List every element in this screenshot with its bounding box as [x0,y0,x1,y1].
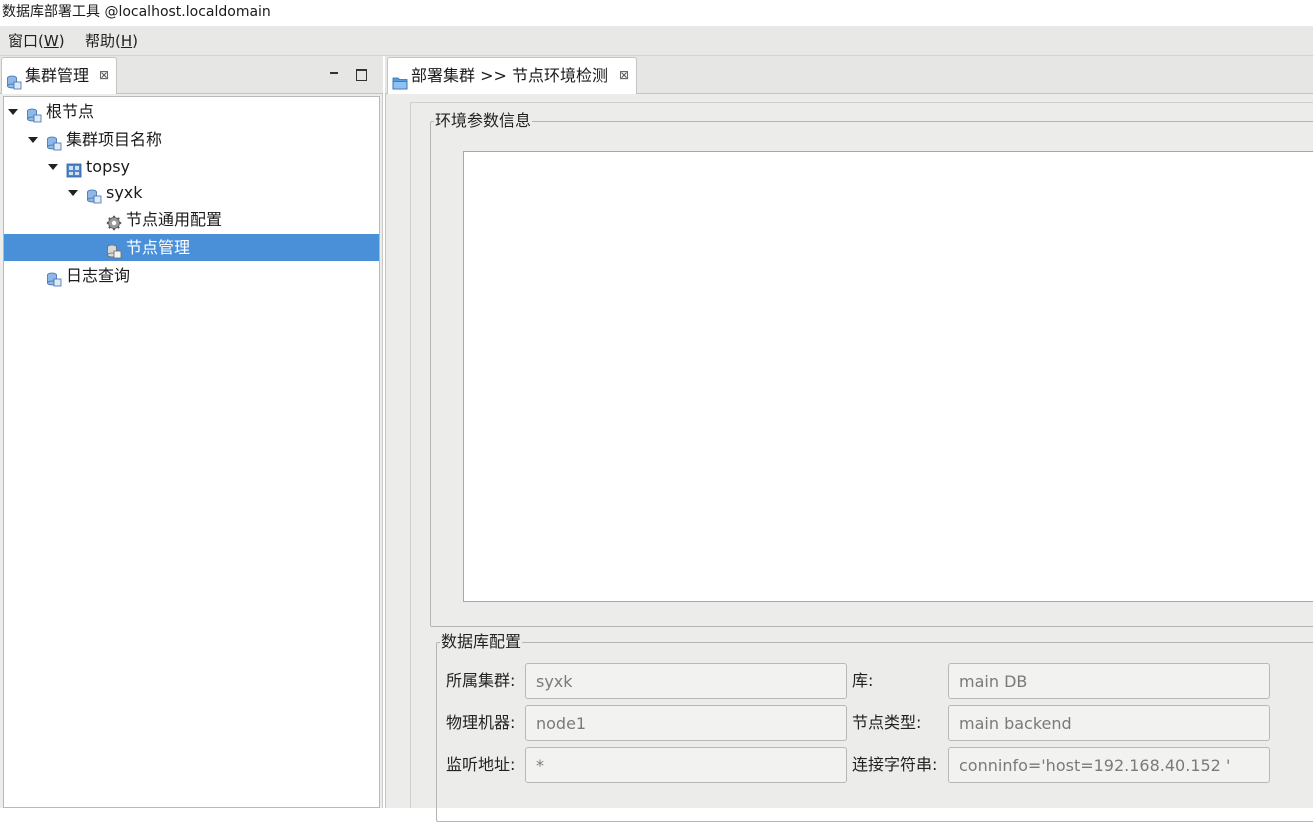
node-type-label: 节点类型: [852,713,922,732]
tree-item-label: topsy [86,157,131,176]
tree-item-label: 集群项目名称 [66,130,163,149]
cluster-field[interactable] [525,663,847,699]
listen-address-field[interactable] [525,747,847,783]
minimize-button[interactable] [328,68,340,80]
env-params-group: 环境参数信息 [430,111,1313,627]
left-tabbar: 集群管理 ⊠ [0,56,383,94]
editor-area: 环境参数信息 数据库配置 所属集群: 库: 物理机器: 节点类型: 监听地址: … [385,94,1313,822]
db-icon [26,104,42,123]
cluster-management-panel: 集群管理 ⊠ 根节点 集群项目名称 topsy syxk 节点通用配置 节点管理… [0,56,383,808]
editor-tabbar: 部署集群 >> 节点环境检测 ⊠ [385,56,1313,94]
cluster-tree: 根节点 集群项目名称 topsy syxk 节点通用配置 节点管理 日志查询 [3,96,380,808]
gear-icon [106,212,122,231]
tree-item-label: 节点管理 [126,238,191,257]
db-icon [46,132,62,151]
tree-item-cluster-project[interactable]: 集群项目名称 [4,126,379,153]
menu-window[interactable]: 窗口(W) [8,31,65,51]
db-config-group: 数据库配置 所属集群: 库: 物理机器: 节点类型: 监听地址: 连接字符串: [436,632,1313,822]
db-icon [86,185,102,204]
machine-label: 物理机器: [446,713,516,732]
tree-item-log-query[interactable]: 日志查询 [4,262,379,289]
tab-label: 集群管理 [25,66,90,85]
tree-item-syxk[interactable]: syxk [4,179,379,206]
tree-item-label: 节点通用配置 [126,210,223,229]
editor-panel: 部署集群 >> 节点环境检测 ⊠ 环境参数信息 数据库配置 所属集群: 库: 物… [385,56,1313,822]
menubar: 窗口(W) 帮助(H) [0,26,1313,56]
db-label: 库: [852,671,874,690]
tab-node-env-check[interactable]: 部署集群 >> 节点环境检测 ⊠ [387,57,637,94]
tree-item-node-management[interactable]: 节点管理 [4,234,379,261]
editor-content: 环境参数信息 数据库配置 所属集群: 库: 物理机器: 节点类型: 监听地址: … [410,102,1313,822]
expand-arrow-icon[interactable] [8,109,18,115]
expand-arrow-icon[interactable] [28,137,38,143]
db-icon [46,268,62,287]
env-group-title: 环境参数信息 [434,111,533,131]
tree-item-topsy[interactable]: topsy [4,153,379,180]
tree-item-label: 日志查询 [66,266,131,285]
listen-address-label: 监听地址: [446,755,516,774]
conn-string-label: 连接字符串: [852,755,938,774]
cluster-label: 所属集群: [446,671,516,690]
tab-cluster-management[interactable]: 集群管理 ⊠ [1,57,117,94]
expand-arrow-icon[interactable] [48,164,58,170]
tree-item-label: syxk [106,183,143,202]
machine-field[interactable] [525,705,847,741]
conn-string-field[interactable] [948,747,1270,783]
db-field[interactable] [948,663,1270,699]
window-title: 数据库部署工具 @localhost.localdomain [0,0,1313,26]
db-group-title: 数据库配置 [440,632,523,652]
tab-label: 部署集群 >> 节点环境检测 [411,66,608,85]
env-params-area[interactable] [463,151,1313,602]
tree-item-node-general-config[interactable]: 节点通用配置 [4,206,379,233]
close-icon[interactable]: ⊠ [99,69,111,81]
server-icon [66,159,82,178]
close-icon[interactable]: ⊠ [619,69,631,81]
menu-help[interactable]: 帮助(H) [85,31,138,51]
tree-item-root[interactable]: 根节点 [4,98,379,125]
node-icon [106,240,122,259]
tree-item-label: 根节点 [46,102,95,121]
node-type-field[interactable] [948,705,1270,741]
expand-arrow-icon[interactable] [68,190,78,196]
maximize-button[interactable] [355,68,367,81]
